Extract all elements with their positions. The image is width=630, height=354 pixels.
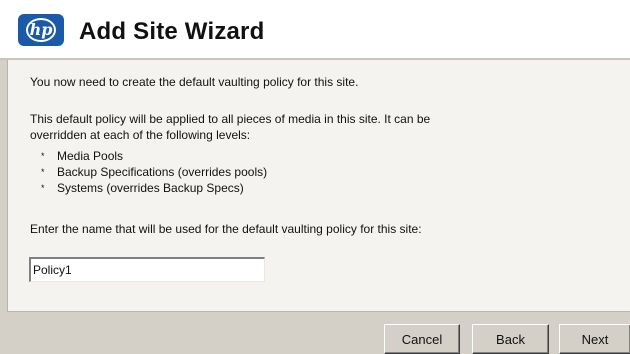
policy-name-input[interactable] xyxy=(29,257,265,282)
policy-description-line1: This default policy will be applied to a… xyxy=(30,112,431,126)
bullet-icon: * xyxy=(41,167,45,177)
list-item-label: Backup Specifications (overrides pools) xyxy=(57,165,268,179)
override-levels-list: * Media Pools * Backup Specifications (ove… xyxy=(41,148,267,196)
wizard-title: Add Site Wizard xyxy=(79,18,265,45)
list-item-label: Systems (overrides Backup Specs) xyxy=(57,181,244,195)
list-item-label: Media Pools xyxy=(57,149,124,163)
list-item: * Systems (overrides Backup Specs) xyxy=(41,180,267,196)
wizard-header: hp Add Site Wizard xyxy=(0,0,630,60)
hp-logo: hp xyxy=(18,14,64,46)
back-button[interactable]: Back xyxy=(472,324,549,354)
cancel-button[interactable]: Cancel xyxy=(384,324,460,354)
policy-description-line2: overridden at each of the following leve… xyxy=(30,128,251,142)
bullet-icon: * xyxy=(41,183,45,193)
hp-logo-mark: hp xyxy=(26,18,56,42)
policy-name-prompt: Enter the name that will be used for the… xyxy=(30,222,422,236)
list-item: * Backup Specifications (overrides pools) xyxy=(41,164,267,180)
bullet-icon: * xyxy=(41,151,45,161)
intro-text: You now need to create the default vault… xyxy=(30,75,359,89)
list-item: * Media Pools xyxy=(41,148,267,164)
next-button[interactable]: Next xyxy=(559,324,630,354)
